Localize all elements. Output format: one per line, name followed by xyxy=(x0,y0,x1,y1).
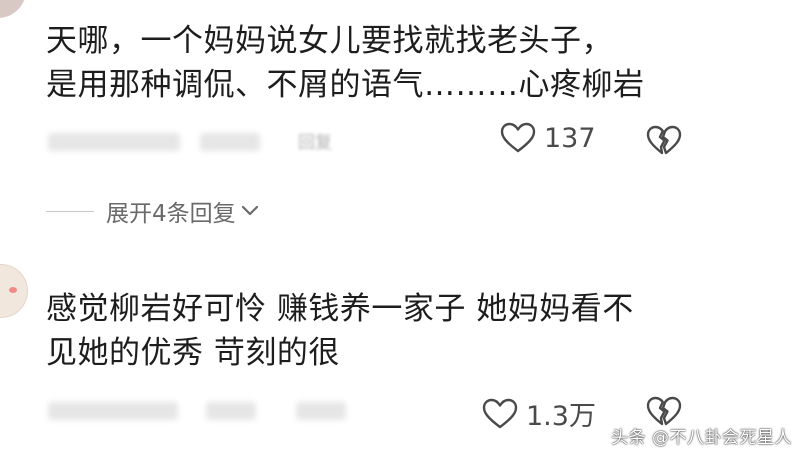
blurred-location xyxy=(206,402,256,420)
expand-replies-button[interactable]: 展开4条回复 xyxy=(46,194,260,228)
divider xyxy=(46,210,94,212)
dislike-button[interactable] xyxy=(646,125,682,161)
heart-outline-icon xyxy=(482,398,518,428)
blurred-timestamp xyxy=(48,402,178,420)
chevron-down-icon xyxy=(241,205,258,216)
avatar-detail xyxy=(9,287,17,293)
comment-text-line: 是用那种调侃、不屑的语气………心疼柳岩 xyxy=(46,67,645,103)
commenter-avatar[interactable] xyxy=(0,0,26,18)
like-button[interactable]: 137 xyxy=(500,122,596,154)
reply-link[interactable]: 回复 xyxy=(298,128,332,153)
blurred-timestamp xyxy=(48,133,180,151)
like-count: 1.3万 xyxy=(526,401,596,432)
commenter-avatar[interactable] xyxy=(0,264,28,318)
blurred-location xyxy=(200,133,260,151)
blurred-reply xyxy=(296,402,346,420)
expand-replies-label: 展开4条回复 xyxy=(106,201,236,227)
comment-text-line: 感觉柳岩好可怜 赚钱养一家子 她妈妈看不 xyxy=(46,291,634,327)
comment-text-line: 天哪，一个妈妈说女儿要找就找老头子， xyxy=(46,23,613,59)
like-count: 137 xyxy=(544,122,596,154)
watermark: 头条 @不八卦会死星人 xyxy=(611,428,792,448)
comment-text-line: 见她的优秀 苛刻的很 xyxy=(46,335,340,371)
broken-heart-icon xyxy=(646,125,682,155)
heart-outline-icon xyxy=(500,122,536,153)
like-button[interactable]: 1.3万 xyxy=(482,394,596,433)
